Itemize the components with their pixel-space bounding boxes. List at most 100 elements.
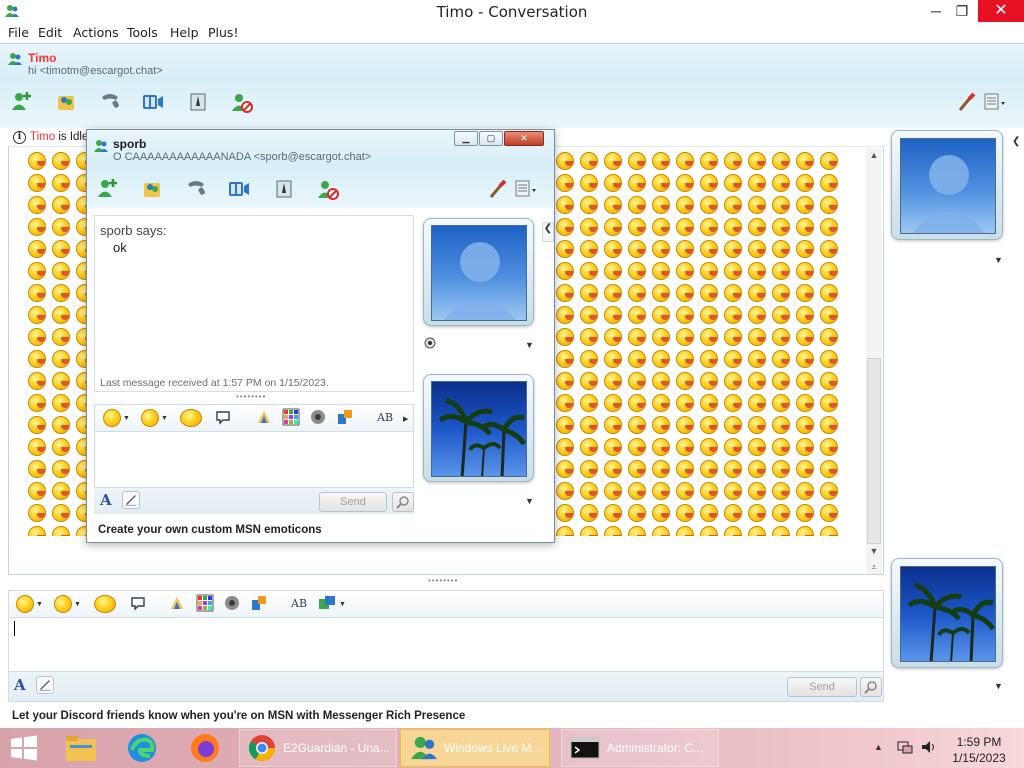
menu-file[interactable]: File — [8, 25, 29, 40]
menu-actions[interactable]: Actions — [73, 25, 119, 40]
call-icon[interactable] — [184, 176, 208, 200]
start-button-icon[interactable] — [10, 735, 38, 761]
popup-resize-splitter[interactable]: •••••••• — [236, 393, 272, 401]
message-input[interactable] — [8, 618, 884, 672]
color-grid-icon[interactable] — [196, 594, 214, 612]
chevron-down-icon[interactable]: ▼ — [161, 415, 168, 422]
tongue-out-smiley-icon — [554, 436, 576, 456]
menu-tools[interactable]: Tools — [127, 25, 158, 40]
firefox-icon[interactable] — [189, 732, 221, 764]
edge-browser-icon[interactable] — [126, 732, 158, 764]
scroll-up-arrow[interactable]: ▲ — [866, 150, 882, 164]
my-display-picture[interactable] — [891, 558, 1003, 668]
font-style-icon[interactable]: AB — [290, 594, 308, 612]
ad-text[interactable]: Let your Discord friends know when you'r… — [12, 710, 465, 722]
sound-icon[interactable] — [309, 408, 327, 426]
voice-clip-icon[interactable] — [214, 408, 232, 426]
tongue-out-smiley-icon — [818, 260, 840, 280]
chevron-down-icon[interactable]: ▼ — [994, 681, 1003, 691]
scroll-end-arrow[interactable]: ⩡ — [866, 562, 882, 574]
tongue-out-smiley-icon — [554, 172, 576, 192]
chevron-down-icon[interactable]: ▼ — [123, 415, 130, 422]
tongue-out-smiley-icon — [578, 348, 600, 368]
menu-help[interactable]: Help — [170, 25, 199, 40]
scroll-thumb[interactable] — [867, 358, 881, 544]
clock-date[interactable]: 1/15/2023 — [949, 751, 1009, 765]
tongue-out-smiley-icon — [602, 348, 624, 368]
voice-clip-icon[interactable] — [129, 594, 147, 612]
popup-close-button[interactable]: ✕ — [504, 131, 544, 146]
block-contact-icon[interactable] — [230, 90, 254, 114]
search-button[interactable] — [860, 677, 882, 697]
show-hidden-icons-icon[interactable]: ▲ — [874, 742, 883, 752]
nudge-icon[interactable] — [94, 595, 116, 613]
contact-display-picture[interactable] — [891, 130, 1003, 240]
backgrounds-icon[interactable] — [255, 408, 273, 426]
video-icon[interactable] — [141, 90, 165, 114]
more-options-icon[interactable]: ▶ — [403, 415, 408, 423]
call-icon[interactable] — [98, 89, 122, 113]
chevron-down-icon[interactable]: ▼ — [36, 601, 43, 608]
show-menu-icon[interactable] — [982, 90, 1006, 114]
games-icon[interactable] — [272, 177, 296, 201]
popup-search-button[interactable] — [392, 492, 414, 512]
contact-status-line: hi <timotm@escargot.chat> — [28, 65, 163, 77]
emoticon-picker-icon[interactable] — [103, 409, 121, 427]
block-contact-icon[interactable] — [316, 177, 340, 201]
paintbrush-icon[interactable] — [954, 90, 978, 114]
popup-send-button[interactable]: Send — [319, 492, 387, 512]
popup-minimize-button[interactable]: ▁ — [454, 131, 478, 146]
popup-maximize-button[interactable]: ▢ — [479, 131, 503, 146]
menu-plus[interactable]: Plus! — [208, 25, 238, 40]
chevron-down-icon[interactable]: ▼ — [339, 601, 346, 608]
tongue-out-smiley-icon — [50, 194, 72, 214]
invite-contact-icon[interactable] — [10, 89, 34, 113]
font-icon[interactable]: A — [14, 676, 26, 694]
popup-my-display-picture[interactable] — [423, 374, 534, 482]
scroll-down-arrow[interactable]: ▼ — [866, 546, 882, 560]
activities-icon[interactable] — [336, 408, 354, 426]
paintbrush-icon[interactable] — [485, 177, 509, 201]
popup-collapse-sidebar-icon[interactable]: ❮ — [542, 222, 554, 242]
popup-contact-display-picture[interactable] — [423, 218, 534, 326]
font-style-icon[interactable]: AB — [376, 408, 394, 426]
show-menu-icon[interactable] — [513, 177, 537, 201]
send-file-icon[interactable] — [318, 594, 336, 612]
share-files-icon[interactable] — [54, 90, 78, 114]
font-icon[interactable]: A — [100, 491, 112, 509]
chevron-down-icon[interactable]: ▼ — [74, 601, 81, 608]
sound-icon[interactable] — [223, 594, 241, 612]
tongue-out-smiley-icon — [26, 502, 48, 522]
handwriting-icon[interactable] — [36, 676, 54, 694]
activities-icon[interactable] — [250, 594, 268, 612]
menu-edit[interactable]: Edit — [38, 25, 62, 40]
volume-icon[interactable] — [920, 739, 938, 755]
resize-splitter[interactable]: •••••••• — [428, 577, 464, 585]
send-button[interactable]: Send — [787, 677, 857, 697]
close-button[interactable]: ✕ — [978, 0, 1024, 22]
minimize-button[interactable]: ─ — [922, 0, 950, 22]
webcam-icon[interactable] — [424, 337, 436, 349]
backgrounds-icon[interactable] — [168, 594, 186, 612]
popup-ad-text[interactable]: Create your own custom MSN emoticons — [98, 524, 322, 536]
clock-time[interactable]: 1:59 PM — [949, 735, 1009, 749]
popup-sender-line: sporb says: — [100, 223, 167, 238]
network-icon[interactable] — [896, 739, 914, 755]
collapse-sidebar-icon[interactable]: ❮ — [1012, 136, 1024, 154]
tongue-out-smiley-icon — [818, 194, 840, 214]
maximize-button[interactable]: ❐ — [948, 0, 976, 22]
share-files-icon[interactable] — [140, 177, 164, 201]
emoticon-picker-icon[interactable] — [16, 595, 34, 613]
chevron-down-icon[interactable]: ▼ — [525, 340, 534, 350]
file-explorer-icon[interactable] — [64, 733, 98, 763]
popup-message-input[interactable] — [94, 432, 414, 488]
nudge-icon[interactable] — [180, 409, 202, 427]
color-grid-icon[interactable] — [282, 408, 300, 426]
games-icon[interactable] — [186, 90, 210, 114]
video-icon[interactable] — [227, 177, 251, 201]
chevron-down-icon[interactable]: ▼ — [994, 255, 1003, 265]
handwriting-icon[interactable] — [122, 491, 140, 509]
invite-contact-icon[interactable] — [96, 176, 120, 200]
chevron-down-icon[interactable]: ▼ — [525, 496, 534, 506]
tongue-out-smiley-icon — [746, 370, 768, 390]
